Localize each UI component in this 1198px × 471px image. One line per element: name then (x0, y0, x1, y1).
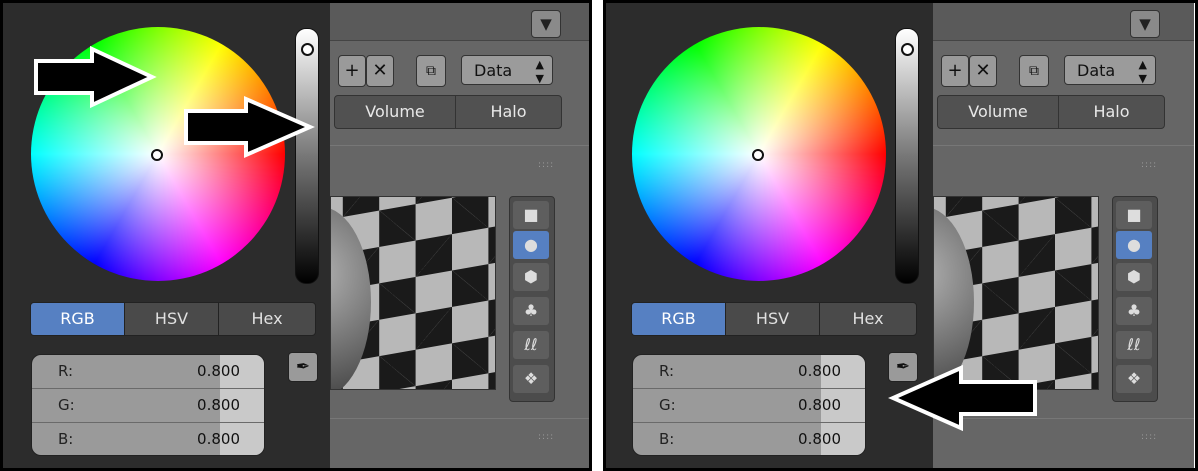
right-panel-frame (603, 0, 1198, 471)
left-panel-frame (0, 0, 592, 471)
